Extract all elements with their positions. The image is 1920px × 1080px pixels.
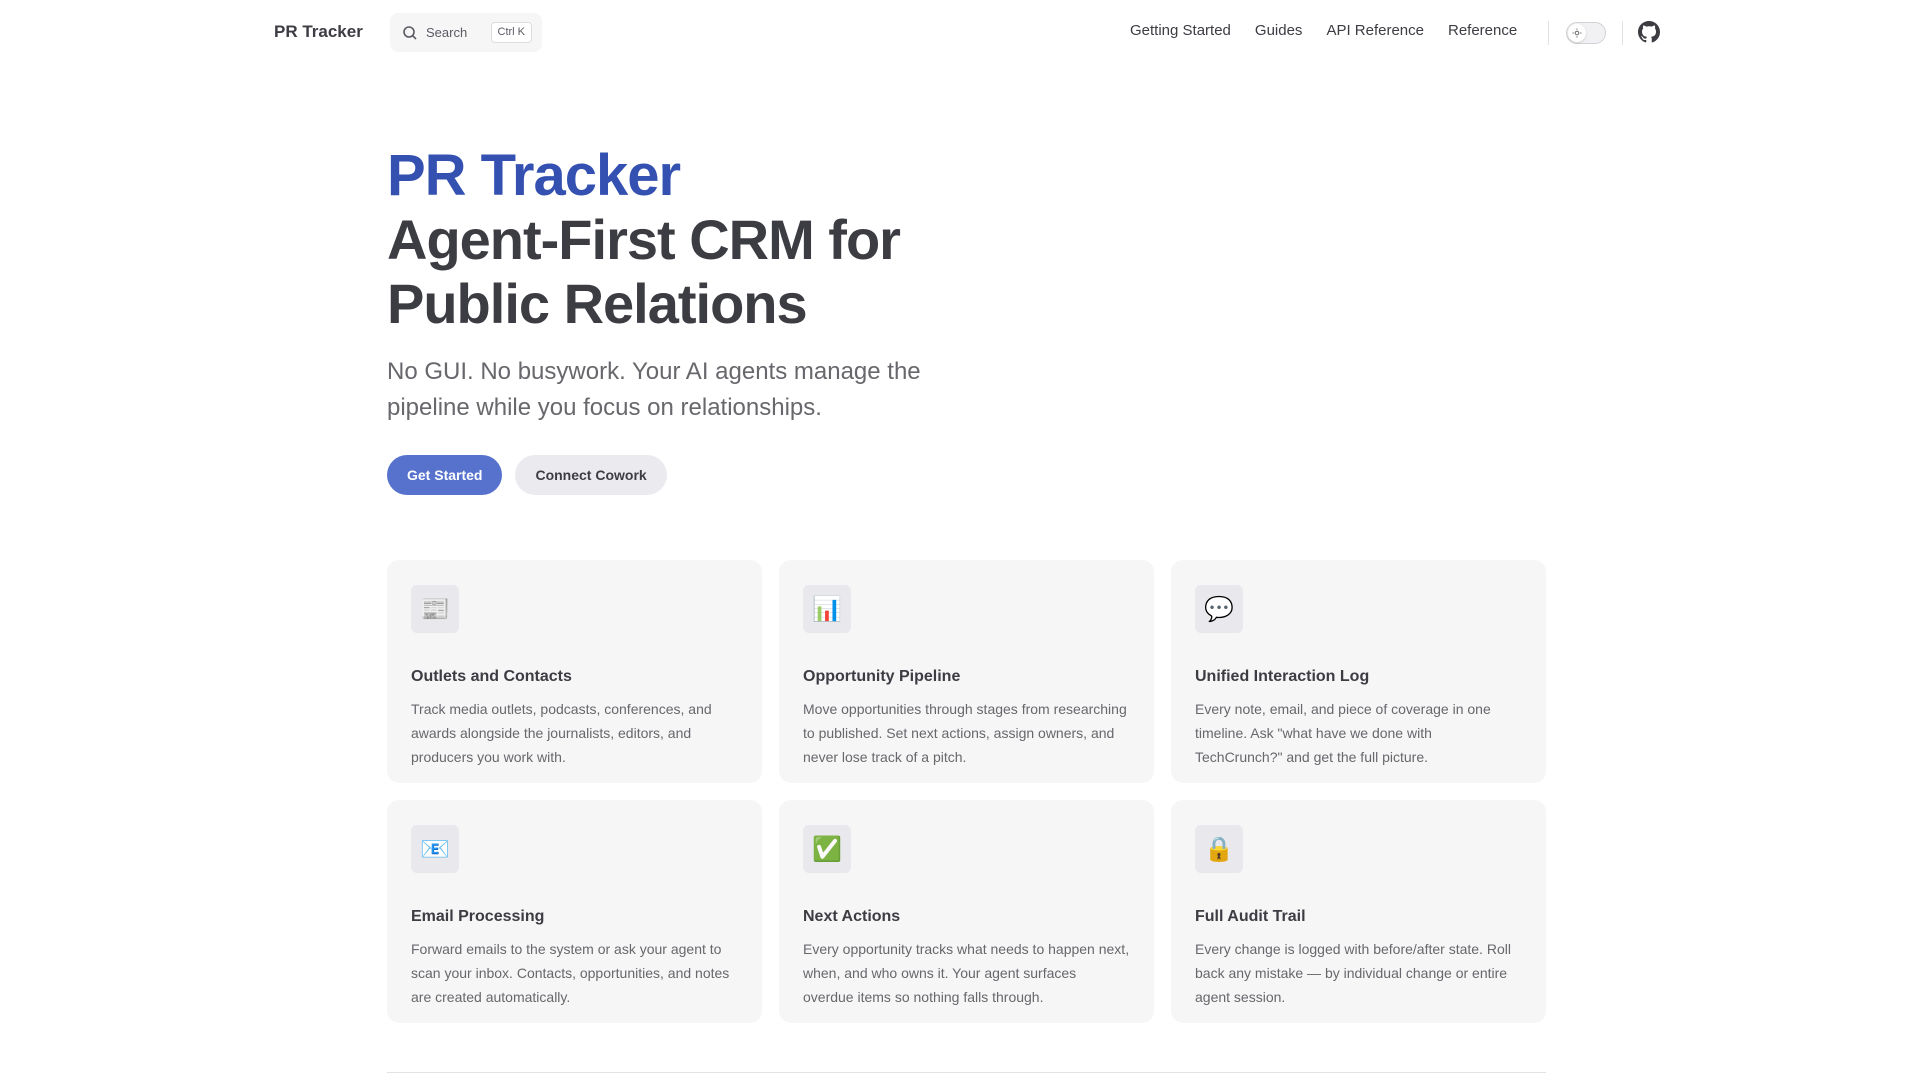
lock-icon: 🔒 xyxy=(1195,825,1243,873)
check-mark-icon: ✅ xyxy=(803,825,851,873)
divider xyxy=(387,1072,1546,1073)
nav-divider xyxy=(1622,21,1623,45)
feature-details: Every opportunity tracks what needs to h… xyxy=(803,941,1130,1005)
feature-title: Full Audit Trail xyxy=(1195,908,1306,925)
site-title[interactable]: PR Tracker xyxy=(274,22,363,42)
hero: PR Tracker Agent-First CRM for Public Re… xyxy=(387,144,1007,426)
feature-card: ✅ Next Actions Every opportunity tracks … xyxy=(779,800,1154,1023)
feature-title: Email Processing xyxy=(411,908,545,925)
feature-title: Next Actions xyxy=(803,908,901,925)
connect-cowork-button[interactable]: Connect Cowork xyxy=(515,455,667,495)
search-icon xyxy=(402,25,418,41)
feature-details: Every note, email, and piece of coverage… xyxy=(1195,701,1491,765)
feature-details: Track media outlets, podcasts, conferenc… xyxy=(411,701,712,765)
bar-chart-icon: 📊 xyxy=(803,585,851,633)
nav-links: Getting Started Guides API Reference Ref… xyxy=(1130,22,1541,39)
nav-link-getting-started[interactable]: Getting Started xyxy=(1130,22,1231,39)
speech-bubble-icon: 💬 xyxy=(1195,585,1243,633)
feature-card: 🔒 Full Audit Trail Every change is logge… xyxy=(1171,800,1546,1023)
nav-link-guides[interactable]: Guides xyxy=(1255,22,1303,39)
hero-tagline: No GUI. No busywork. Your AI agents mana… xyxy=(387,358,921,421)
nav-link-reference[interactable]: Reference xyxy=(1448,22,1517,39)
hero-text-line-1: Agent-First CRM for xyxy=(387,208,901,271)
hero-name: PR Tracker xyxy=(387,143,681,208)
nav-link-api-reference[interactable]: API Reference xyxy=(1326,22,1424,39)
get-started-button[interactable]: Get Started xyxy=(387,455,503,495)
search-button[interactable]: Search Ctrl K xyxy=(390,13,542,52)
nav-divider xyxy=(1548,21,1549,45)
hero-heading: PR Tracker Agent-First CRM for Public Re… xyxy=(387,144,1007,336)
feature-card: 📰 Outlets and Contacts Track media outle… xyxy=(387,560,762,783)
feature-card: 📊 Opportunity Pipeline Move opportunitie… xyxy=(779,560,1154,783)
search-label: Search xyxy=(426,25,468,40)
email-icon: 📧 xyxy=(411,825,459,873)
search-shortcut: Ctrl K xyxy=(490,22,532,43)
hero-text-line-2: Public Relations xyxy=(387,272,808,335)
newspaper-icon: 📰 xyxy=(411,585,459,633)
feature-title: Unified Interaction Log xyxy=(1195,668,1370,685)
feature-details: Forward emails to the system or ask your… xyxy=(411,941,730,1005)
feature-card: 📧 Email Processing Forward emails to the… xyxy=(387,800,762,1023)
feature-card: 💬 Unified Interaction Log Every note, em… xyxy=(1171,560,1546,783)
feature-details: Move opportunities through stages from r… xyxy=(803,701,1127,765)
feature-details: Every change is logged with before/after… xyxy=(1195,941,1511,1005)
github-icon[interactable] xyxy=(1638,21,1660,43)
appearance-toggle[interactable] xyxy=(1566,22,1606,44)
hero-actions: Get Started Connect Cowork xyxy=(387,455,667,495)
feature-title: Opportunity Pipeline xyxy=(803,668,961,685)
top-nav: PR Tracker Search Ctrl K Getting Started… xyxy=(0,0,1920,64)
sun-icon xyxy=(1568,24,1586,42)
feature-title: Outlets and Contacts xyxy=(411,668,572,685)
features-grid: 📰 Outlets and Contacts Track media outle… xyxy=(387,560,1546,1023)
